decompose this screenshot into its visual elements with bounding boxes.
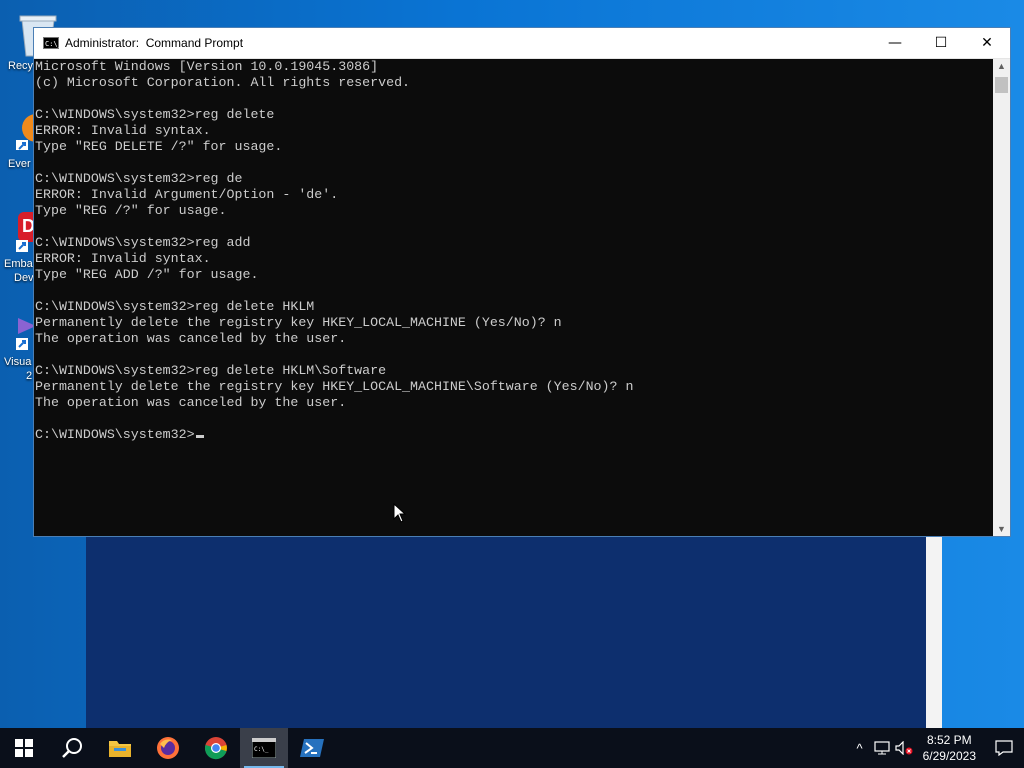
- taskbar: C:\_ ^ 8:52 PM 6/29/2023: [0, 728, 1024, 768]
- notification-icon: [995, 740, 1013, 756]
- firefox-icon: [157, 737, 179, 759]
- console-prompt-line: C:\WINDOWS\system32>: [35, 427, 993, 443]
- mouse-pointer-icon: [393, 503, 407, 523]
- search-button[interactable]: [48, 728, 96, 768]
- console-line: (c) Microsoft Corporation. All rights re…: [35, 75, 411, 90]
- console-line: C:\WINDOWS\system32>reg add: [35, 235, 251, 250]
- console-line: ERROR: Invalid Argument/Option - 'de'.: [35, 187, 339, 202]
- console-line: C:\WINDOWS\system32>reg de: [35, 171, 243, 186]
- chrome-button[interactable]: [192, 728, 240, 768]
- desktop-icon-label-2: 2: [26, 370, 33, 382]
- desktop-icon-label: Visua: [4, 356, 32, 368]
- powershell-button[interactable]: [288, 728, 336, 768]
- command-prompt-taskbar-icon: C:\_: [252, 738, 276, 758]
- console-line: The operation was canceled by the user.: [35, 395, 347, 410]
- scroll-thumb[interactable]: [995, 77, 1008, 93]
- desktop-icon-label: Ever: [8, 158, 31, 170]
- console-line: ERROR: Invalid syntax.: [35, 251, 211, 266]
- console-line: The operation was canceled by the user.: [35, 331, 347, 346]
- console-line: Permanently delete the registry key HKEY…: [35, 315, 562, 330]
- powershell-icon: [300, 739, 324, 757]
- command-prompt-icon: C:\_: [43, 37, 62, 49]
- folder-icon: [109, 741, 131, 757]
- volume-muted-icon[interactable]: [893, 728, 915, 768]
- console-output[interactable]: Microsoft Windows [Version 10.0.19045.30…: [34, 59, 993, 536]
- maximize-button[interactable]: ☐: [918, 28, 964, 58]
- console-line: C:\WINDOWS\system32>reg delete: [35, 107, 275, 122]
- chrome-icon: [204, 737, 227, 760]
- file-explorer-button[interactable]: [96, 728, 144, 768]
- scroll-up-arrow[interactable]: ▲: [993, 59, 1010, 73]
- console-line: Microsoft Windows [Version 10.0.19045.30…: [35, 59, 379, 74]
- system-tray: ^ 8:52 PM 6/29/2023: [849, 728, 1024, 768]
- show-hidden-icons-chevron[interactable]: ^: [849, 728, 871, 768]
- console-prompt: C:\WINDOWS\system32>: [35, 427, 195, 442]
- background-window: [86, 537, 942, 728]
- console-line: C:\WINDOWS\system32>reg delete HKLM: [35, 299, 315, 314]
- window-title: Administrator: Command Prompt: [65, 36, 244, 50]
- start-button[interactable]: [0, 728, 48, 768]
- windows-logo-icon: [15, 739, 33, 757]
- firefox-button[interactable]: [144, 728, 192, 768]
- console-line: Permanently delete the registry key HKEY…: [35, 379, 634, 394]
- vertical-scrollbar[interactable]: ▲ ▼: [993, 59, 1010, 536]
- console-line: Type "REG DELETE /?" for usage.: [35, 139, 283, 154]
- clock-time: 8:52 PM: [926, 733, 972, 747]
- command-prompt-button[interactable]: C:\_: [240, 728, 288, 768]
- clock-date: 6/29/2023: [922, 749, 976, 763]
- clock[interactable]: 8:52 PM 6/29/2023: [915, 732, 984, 764]
- network-icon[interactable]: [871, 728, 893, 768]
- text-cursor: [195, 435, 204, 438]
- search-icon: [62, 738, 82, 758]
- title-bar[interactable]: C:\_ Administrator: Command Prompt — ☐ ✕: [34, 28, 1010, 59]
- network-icon-glyph: [874, 741, 890, 755]
- console-line: Type "REG ADD /?" for usage.: [35, 267, 259, 282]
- command-prompt-window: C:\_ Administrator: Command Prompt — ☐ ✕…: [33, 27, 1011, 537]
- desktop-icon-label-2: Dev: [14, 272, 34, 284]
- desktop-icon-label: Emba: [4, 258, 33, 270]
- action-center-button[interactable]: [984, 728, 1024, 768]
- close-button[interactable]: ✕: [964, 28, 1010, 58]
- speaker-icon: [895, 741, 913, 755]
- scroll-down-arrow[interactable]: ▼: [993, 522, 1010, 536]
- desktop-icon-label: Recy: [8, 60, 34, 72]
- minimize-button[interactable]: —: [872, 28, 918, 58]
- console-line: C:\WINDOWS\system32>reg delete HKLM\Soft…: [35, 363, 387, 378]
- svg-text:C:\_: C:\_: [254, 746, 269, 753]
- console-line: Type "REG /?" for usage.: [35, 203, 227, 218]
- console-line: ERROR: Invalid syntax.: [35, 123, 211, 138]
